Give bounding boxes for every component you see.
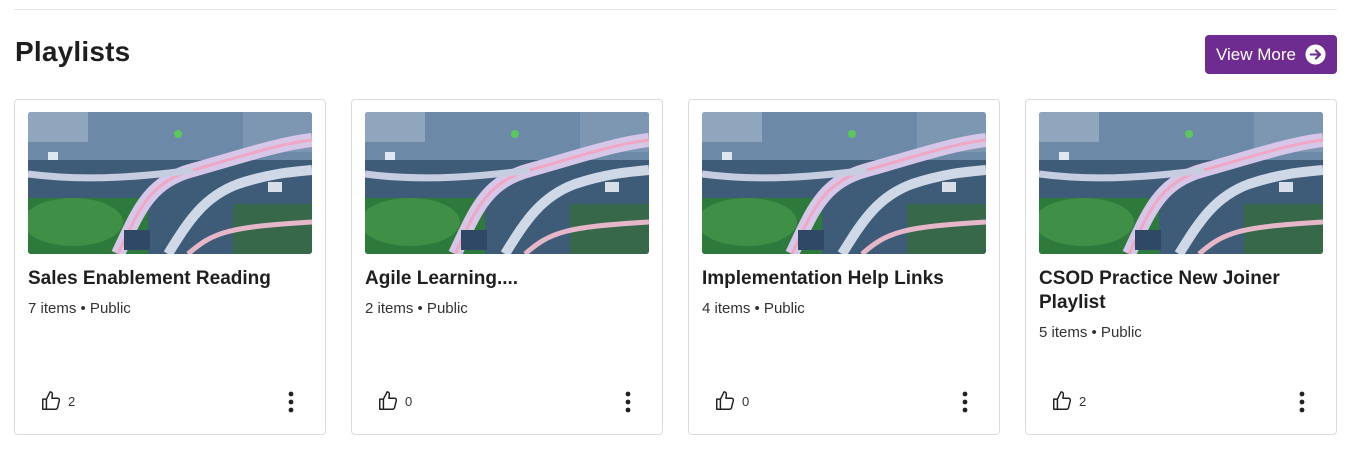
more-vertical-icon[interactable] xyxy=(955,389,975,415)
playlist-meta: 5 items • Public xyxy=(1039,324,1142,341)
thumbs-up-icon xyxy=(1053,391,1072,410)
playlist-meta: 4 items • Public xyxy=(702,300,805,317)
more-vertical-icon[interactable] xyxy=(1292,389,1312,415)
more-vertical-icon[interactable] xyxy=(618,389,638,415)
playlist-thumbnail[interactable] xyxy=(1039,112,1323,254)
like-button[interactable]: 2 xyxy=(40,390,75,412)
thumbs-up-icon xyxy=(716,391,735,410)
playlist-title[interactable]: Sales Enablement Reading xyxy=(28,267,314,291)
playlist-title[interactable]: Agile Learning.... xyxy=(365,267,651,291)
city-highway-image xyxy=(365,112,649,254)
more-vertical-icon[interactable] xyxy=(281,389,301,415)
thumbs-up-icon xyxy=(379,391,398,410)
city-highway-image xyxy=(702,112,986,254)
view-more-button[interactable]: View More xyxy=(1205,35,1337,74)
like-button[interactable]: 0 xyxy=(377,390,412,412)
playlist-meta: 7 items • Public xyxy=(28,300,131,317)
playlist-title[interactable]: Implementation Help Links xyxy=(702,267,988,291)
like-count: 0 xyxy=(405,393,413,409)
like-count: 2 xyxy=(1079,393,1087,409)
city-highway-image xyxy=(28,112,312,254)
playlist-card[interactable]: Sales Enablement Reading 7 items • Publi… xyxy=(14,99,326,435)
playlist-thumbnail[interactable] xyxy=(365,112,649,254)
like-count: 2 xyxy=(68,393,76,409)
playlist-card[interactable]: Agile Learning.... 2 items • Public 0 xyxy=(351,99,663,435)
view-more-label: View More xyxy=(1216,44,1296,64)
playlist-meta: 2 items • Public xyxy=(365,300,468,317)
playlist-card[interactable]: CSOD Practice New Joiner Playlist 5 item… xyxy=(1025,99,1337,435)
section-divider xyxy=(14,9,1337,10)
playlist-thumbnail[interactable] xyxy=(702,112,986,254)
arrow-right-circle-icon xyxy=(1305,44,1326,65)
playlist-title[interactable]: CSOD Practice New Joiner Playlist xyxy=(1039,267,1325,315)
thumbs-up-icon xyxy=(42,391,61,410)
like-count: 0 xyxy=(742,393,750,409)
playlist-thumbnail[interactable] xyxy=(28,112,312,254)
playlist-card[interactable]: Implementation Help Links 4 items • Publ… xyxy=(688,99,1000,435)
section-title: Playlists xyxy=(15,36,131,67)
city-highway-image xyxy=(1039,112,1323,254)
like-button[interactable]: 0 xyxy=(714,390,749,412)
like-button[interactable]: 2 xyxy=(1051,390,1086,412)
